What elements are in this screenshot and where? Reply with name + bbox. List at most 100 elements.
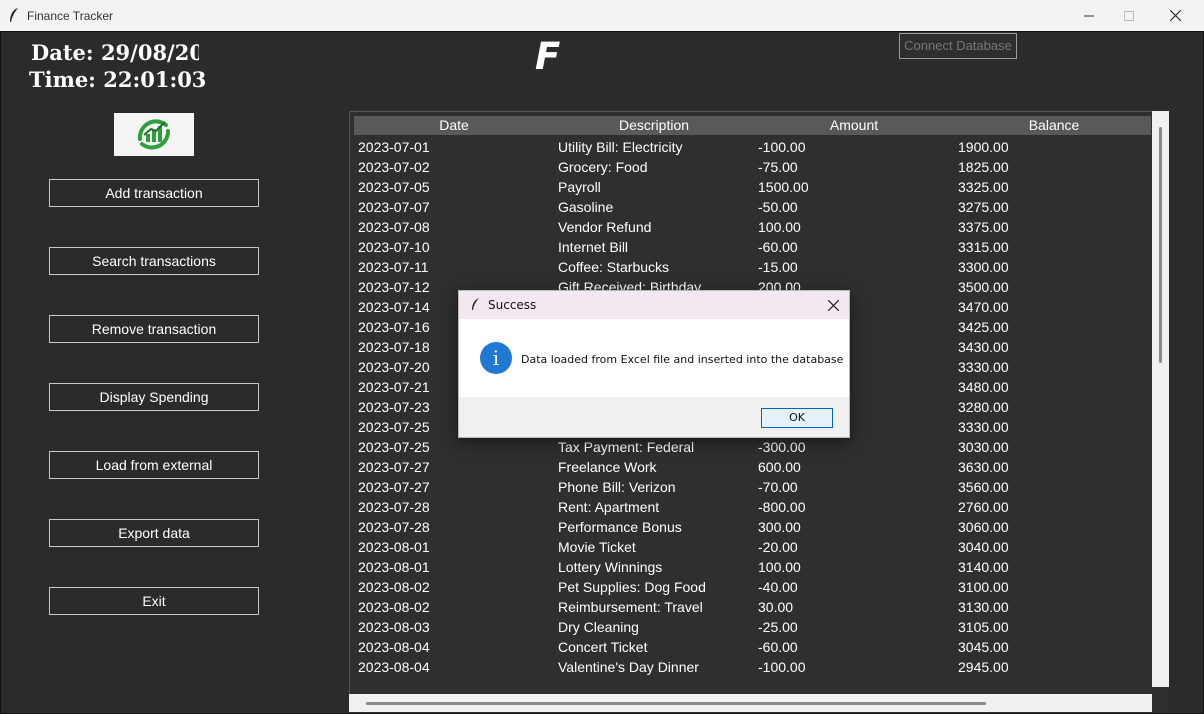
table-row[interactable]: 2023-08-03 Dry Cleaning -25.00 3105.00 <box>358 617 1148 637</box>
column-header-description[interactable]: Description <box>554 117 754 133</box>
cell-description: Performance Bonus <box>558 519 682 535</box>
cell-description: Vendor Refund <box>558 219 652 235</box>
cell-balance: 3480.00 <box>958 379 1009 395</box>
export-data-button[interactable]: Export data <box>49 519 259 547</box>
cell-balance: 3375.00 <box>958 219 1009 235</box>
cell-balance: 3060.00 <box>958 519 1009 535</box>
table-row[interactable]: 2023-08-04 Concert Ticket -60.00 3045.00 <box>358 637 1148 657</box>
cell-balance: 3100.00 <box>958 579 1009 595</box>
add-transaction-button[interactable]: Add transaction <box>49 179 259 207</box>
cell-date: 2023-07-28 <box>358 519 430 535</box>
column-header-amount[interactable]: Amount <box>754 117 954 133</box>
date-display: Date: 29/08/2023 <box>31 40 199 65</box>
remove-transaction-button[interactable]: Remove transaction <box>49 315 259 343</box>
cell-date: 2023-07-21 <box>358 379 430 395</box>
cell-amount: 100.00 <box>758 219 801 235</box>
cell-balance: 3430.00 <box>958 339 1009 355</box>
cell-balance: 3330.00 <box>958 359 1009 375</box>
cell-date: 2023-07-16 <box>358 319 430 335</box>
cell-description: Dry Cleaning <box>558 619 639 635</box>
cell-description: Lottery Winnings <box>558 559 663 575</box>
table-row[interactable]: 2023-08-01 Lottery Winnings 100.00 3140.00 <box>358 557 1148 577</box>
table-row[interactable]: 2023-07-05 Payroll 1500.00 3325.00 <box>358 177 1148 197</box>
cell-description: Grocery: Food <box>558 159 648 175</box>
success-dialog: Success i Data loaded from Excel file an… <box>458 290 850 438</box>
column-header-date[interactable]: Date <box>354 117 554 133</box>
cell-balance: 3325.00 <box>958 179 1009 195</box>
load-from-external-button[interactable]: Load from external <box>49 451 259 479</box>
display-spending-button[interactable]: Display Spending <box>49 383 259 411</box>
search-transactions-button[interactable]: Search transactions <box>49 247 259 275</box>
cell-date: 2023-07-10 <box>358 239 430 255</box>
cell-description: Pet Supplies: Dog Food <box>558 579 706 595</box>
cell-date: 2023-08-04 <box>358 639 430 655</box>
cell-balance: 3040.00 <box>958 539 1009 555</box>
cell-date: 2023-07-02 <box>358 159 430 175</box>
connect-database-button[interactable]: Connect Database <box>899 33 1017 59</box>
table-row[interactable]: 2023-07-28 Rent: Apartment -800.00 2760.00 <box>358 497 1148 517</box>
cell-date: 2023-07-27 <box>358 479 430 495</box>
cell-amount: 300.00 <box>758 519 801 535</box>
cell-balance: 3560.00 <box>958 479 1009 495</box>
cell-balance: 3105.00 <box>958 619 1009 635</box>
cell-amount: -70.00 <box>758 479 798 495</box>
cell-description: Phone Bill: Verizon <box>558 479 676 495</box>
column-header-balance[interactable]: Balance <box>954 117 1154 133</box>
cell-balance: 3280.00 <box>958 399 1009 415</box>
table-header: Date Description Amount Balance <box>354 116 1151 135</box>
table-row[interactable]: 2023-08-02 Pet Supplies: Dog Food -40.00 31… <box>358 577 1148 597</box>
horizontal-scroll-thumb[interactable] <box>366 702 986 705</box>
table-row[interactable]: 2023-07-25 Tax Payment: Federal -300.00 303… <box>358 437 1148 457</box>
maximize-button[interactable] <box>1106 0 1152 31</box>
table-row[interactable]: 2023-08-02 Reimbursement: Travel 30.00 3130… <box>358 597 1148 617</box>
cell-date: 2023-08-02 <box>358 579 430 595</box>
cell-description: Tax Payment: Federal <box>558 439 695 455</box>
app-logo <box>114 113 194 156</box>
cell-balance: 3300.00 <box>958 259 1009 275</box>
exit-button[interactable]: Exit <box>49 587 259 615</box>
table-row[interactable]: 2023-07-01 Utility Bill: Electricity -100.… <box>358 137 1148 157</box>
table-row[interactable]: 2023-08-04 Valentine's Day Dinner -100.00 2… <box>358 657 1148 677</box>
dialog-footer: OK <box>459 397 849 437</box>
cell-amount: 1500.00 <box>758 179 809 195</box>
horizontal-scrollbar[interactable] <box>349 694 1152 712</box>
cell-description: Movie Ticket <box>558 539 636 555</box>
table-row[interactable]: 2023-08-01 Movie Ticket -20.00 3040.00 <box>358 537 1148 557</box>
minimize-icon <box>1084 15 1094 16</box>
cell-date: 2023-07-12 <box>358 279 430 295</box>
cell-balance: 3140.00 <box>958 559 1009 575</box>
vertical-scroll-thumb[interactable] <box>1159 127 1162 363</box>
cell-amount: 30.00 <box>758 599 794 615</box>
dialog-close-button[interactable] <box>823 295 843 315</box>
cell-date: 2023-07-23 <box>358 399 430 415</box>
cell-amount: -800.00 <box>758 499 806 515</box>
table-row[interactable]: 2023-07-08 Vendor Refund 100.00 3375.00 <box>358 217 1148 237</box>
cell-balance: 3470.00 <box>958 299 1009 315</box>
cell-date: 2023-08-03 <box>358 619 430 635</box>
close-button[interactable] <box>1152 0 1198 31</box>
table-row[interactable]: 2023-07-27 Phone Bill: Verizon -70.00 3560.… <box>358 477 1148 497</box>
cell-amount: -75.00 <box>758 159 798 175</box>
info-icon: i <box>480 342 512 374</box>
cell-date: 2023-07-14 <box>358 299 430 315</box>
cell-description: Reimbursement: Travel <box>558 599 703 615</box>
table-row[interactable]: 2023-07-02 Grocery: Food -75.00 1825.00 <box>358 157 1148 177</box>
table-row[interactable]: 2023-07-28 Performance Bonus 300.00 3060.00 <box>358 517 1148 537</box>
table-row[interactable]: 2023-07-10 Internet Bill -60.00 3315.00 <box>358 237 1148 257</box>
cell-balance: 3425.00 <box>958 319 1009 335</box>
vertical-scrollbar[interactable] <box>1152 111 1169 687</box>
table-row[interactable]: 2023-07-11 Coffee: Starbucks -15.00 3300.00 <box>358 257 1148 277</box>
cell-date: 2023-07-20 <box>358 359 430 375</box>
cell-amount: -100.00 <box>758 659 806 675</box>
table-row[interactable]: 2023-07-07 Gasoline -50.00 3275.00 <box>358 197 1148 217</box>
cell-balance: 3330.00 <box>958 419 1009 435</box>
cell-balance: 2760.00 <box>958 499 1009 515</box>
cell-date: 2023-07-08 <box>358 219 430 235</box>
ok-button[interactable]: OK <box>761 408 833 428</box>
cell-description: Rent: Apartment <box>558 499 660 515</box>
table-row[interactable]: 2023-07-27 Freelance Work 600.00 3630.00 <box>358 457 1148 477</box>
time-display: Time: 22:01:03 <box>29 67 207 92</box>
cell-date: 2023-08-04 <box>358 659 430 675</box>
cell-date: 2023-07-05 <box>358 179 430 195</box>
feather-icon <box>10 8 18 22</box>
